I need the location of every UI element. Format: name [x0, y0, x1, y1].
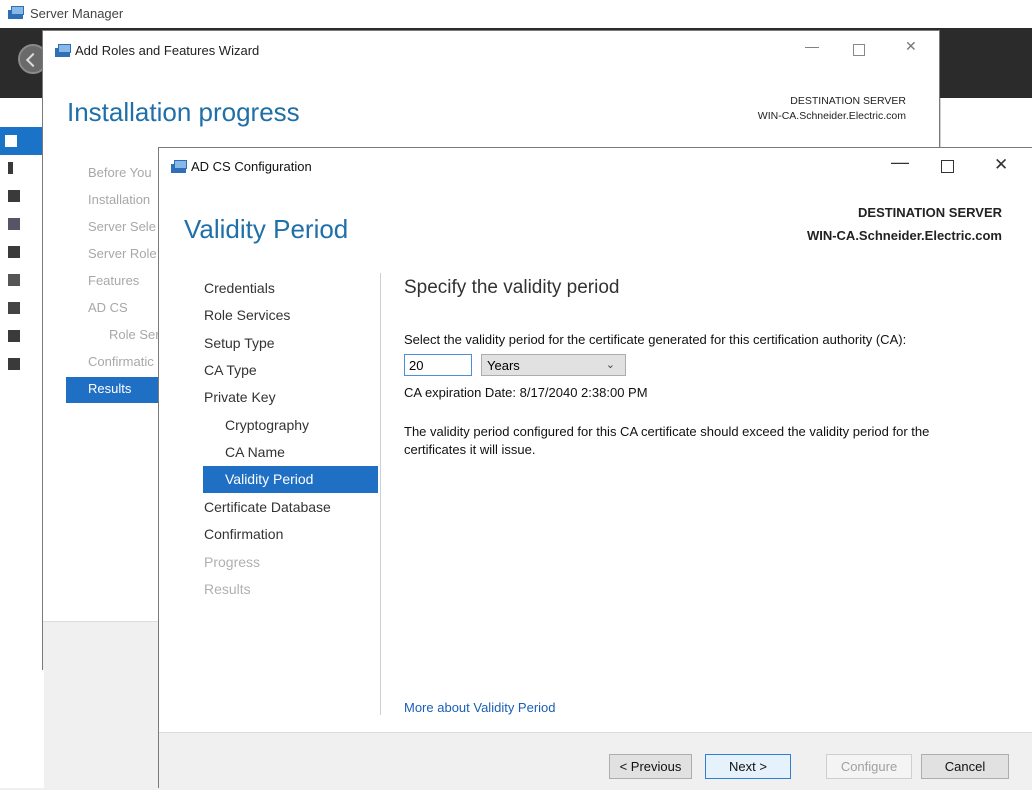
wizard-nav-results-label: Results: [88, 381, 132, 396]
wizard-nav-item[interactable]: Installation: [88, 192, 150, 207]
destination-server-name: WIN-CA.Schneider.Electric.com: [806, 228, 1002, 243]
validity-instruction: Select the validity period for the certi…: [404, 332, 907, 347]
validity-period-input[interactable]: 20: [404, 354, 472, 376]
nav-validity-period-selected[interactable]: Validity Period: [203, 466, 378, 493]
dialog-title: AD CS Configuration: [191, 159, 312, 174]
next-button[interactable]: Next >: [705, 754, 791, 779]
ad-cs-icon[interactable]: [8, 218, 22, 232]
wizard-app-icon: [55, 44, 72, 58]
maximize-icon[interactable]: [941, 160, 954, 173]
wsus-icon[interactable]: [8, 358, 22, 372]
page-title: Validity Period: [184, 214, 349, 244]
nav-ca-name[interactable]: CA Name: [225, 444, 285, 460]
remote-access-icon[interactable]: [8, 330, 22, 344]
ca-expiration-date: CA expiration Date: 8/17/2040 2:38:00 PM: [404, 385, 648, 400]
destination-server-label: DESTINATION SERVER: [858, 205, 1002, 220]
section-heading: Specify the validity period: [404, 277, 620, 298]
print-services-icon[interactable]: [8, 302, 22, 316]
nav-cryptography[interactable]: Cryptography: [225, 417, 309, 433]
nav-ca-type[interactable]: CA Type: [204, 362, 257, 378]
nav-progress: Progress: [204, 554, 261, 570]
wizard-nav-item[interactable]: Confirmatic: [88, 354, 154, 369]
nav-private-key[interactable]: Private Key: [204, 389, 276, 405]
validity-note: The validity period configured for this …: [404, 424, 930, 457]
server-manager-icon: [8, 6, 25, 20]
dashboard-icon[interactable]: [0, 127, 44, 155]
chevron-down-icon: ⌄: [605, 359, 615, 371]
cancel-button[interactable]: Cancel: [921, 754, 1009, 779]
wizard-nav-item[interactable]: AD CS: [88, 300, 128, 315]
configure-button: Configure: [826, 754, 912, 779]
wizard-destination-server: WIN-CA.Schneider.Electric.com: [757, 110, 906, 122]
wizard-nav-item[interactable]: Before You: [88, 165, 152, 180]
adcs-configuration-dialog: AD CS Configuration — ✕ Validity Period …: [158, 147, 1032, 790]
local-server-icon[interactable]: [8, 162, 22, 176]
wizard-destination-label: DESTINATION SERVER: [790, 95, 906, 107]
wizard-minimize-icon[interactable]: —: [805, 38, 819, 54]
nav-divider: [380, 273, 381, 715]
validity-unit-value: Years: [487, 358, 520, 373]
close-icon[interactable]: ✕: [994, 155, 1008, 175]
more-about-validity-link[interactable]: More about Validity Period: [404, 700, 556, 715]
wizard-nav-results-selected[interactable]: Results: [66, 377, 166, 403]
server-manager-title: Server Manager: [30, 6, 124, 21]
nav-confirmation[interactable]: Confirmation: [204, 526, 283, 542]
wizard-nav-item[interactable]: Server Role: [88, 246, 157, 261]
adcs-app-icon: [171, 160, 188, 174]
nav-certificate-database[interactable]: Certificate Database: [204, 499, 331, 515]
nav-validity-period-label: Validity Period: [225, 471, 314, 487]
validity-unit-dropdown[interactable]: Years ⌄: [481, 354, 626, 376]
nav-role-services[interactable]: Role Services: [204, 307, 290, 323]
server-manager-titlebar: Server Manager: [0, 0, 1032, 28]
nav-results: Results: [204, 581, 251, 597]
file-services-icon[interactable]: [8, 246, 22, 260]
wizard-page-title: Installation progress: [67, 97, 300, 127]
dialog-footer: < Previous Next > Configure Cancel: [159, 732, 1032, 790]
nav-setup-type[interactable]: Setup Type: [204, 335, 275, 351]
wizard-title: Add Roles and Features Wizard: [75, 43, 260, 58]
wizard-maximize-icon[interactable]: [853, 44, 865, 56]
server-manager-sidebar: [0, 98, 44, 788]
iis-icon[interactable]: [8, 274, 22, 288]
wizard-nav-item[interactable]: Features: [88, 273, 139, 288]
wizard-nav-item[interactable]: Server Sele: [88, 219, 156, 234]
nav-credentials[interactable]: Credentials: [204, 280, 275, 296]
all-servers-icon[interactable]: [8, 190, 22, 204]
minimize-icon[interactable]: —: [891, 152, 909, 173]
previous-button[interactable]: < Previous: [609, 754, 692, 779]
wizard-nav-item[interactable]: Role Ser: [109, 327, 160, 342]
wizard-close-icon[interactable]: ✕: [905, 38, 917, 55]
